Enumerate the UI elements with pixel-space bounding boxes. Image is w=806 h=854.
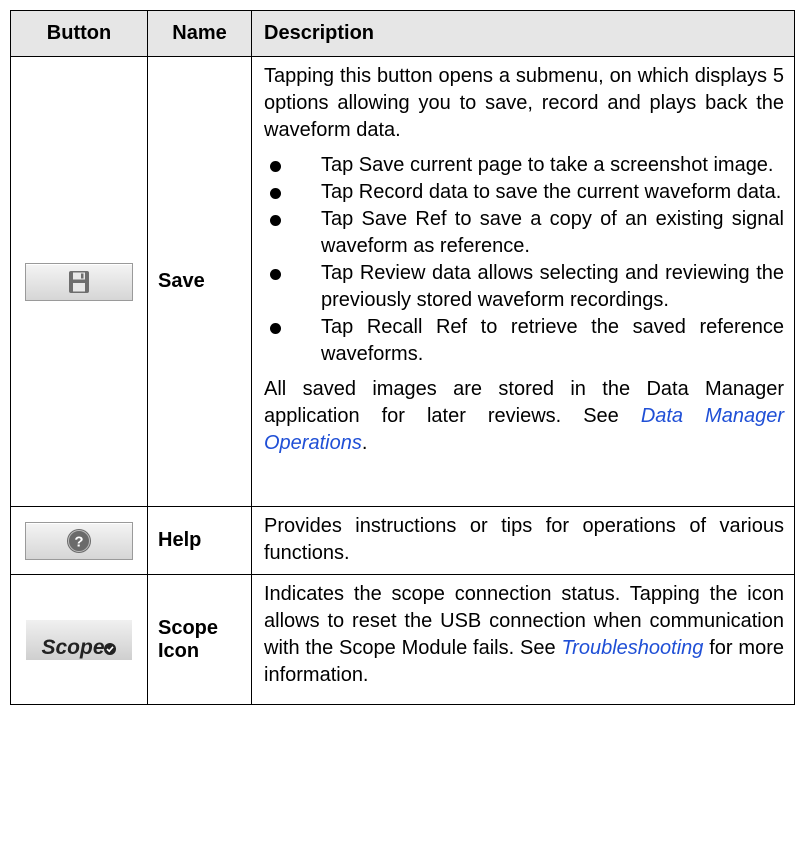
table-row-help: ? Help Provides instructions or tips for…	[10, 506, 795, 575]
scope-status-icon: Scope	[41, 635, 105, 659]
table-header-row: Button Name Description	[10, 10, 795, 57]
row-name: Help	[147, 506, 252, 575]
list-item: Tap Record data to save the current wave…	[264, 179, 784, 206]
header-description: Description	[251, 10, 795, 57]
list-item: Tap Save Ref to save a copy of an existi…	[264, 206, 784, 260]
save-outro: All saved images are stored in the Data …	[264, 376, 784, 457]
row-name: Scope Icon	[147, 574, 252, 705]
row-description: Indicates the scope connection status. T…	[251, 574, 795, 705]
save-intro: Tapping this button opens a submenu, on …	[264, 65, 784, 141]
button-cell: ?	[10, 506, 148, 575]
list-item: Tap Save current page to take a screensh…	[264, 152, 784, 179]
list-item: Tap Review data allows selecting and rev…	[264, 260, 784, 314]
button-description-table: Button Name Description Save Tapping thi	[10, 10, 795, 705]
button-cell: Scope	[10, 574, 148, 705]
help-button[interactable]: ?	[25, 521, 133, 560]
scope-status-button[interactable]: Scope	[26, 619, 132, 660]
checkmark-icon	[103, 642, 116, 655]
svg-text:?: ?	[74, 533, 83, 550]
save-button[interactable]	[25, 262, 133, 301]
table-row-scope-icon: Scope Scope Icon Indicates the scope con…	[10, 574, 795, 705]
row-name: Save	[147, 56, 252, 507]
header-name: Name	[147, 10, 252, 57]
troubleshooting-link[interactable]: Troubleshooting	[561, 637, 703, 659]
save-floppy-icon	[69, 270, 89, 293]
save-options-list: Tap Save current page to take a screensh…	[264, 152, 784, 368]
row-description: Provides instructions or tips for operat…	[251, 506, 795, 575]
row-description: Tapping this button opens a submenu, on …	[251, 56, 795, 507]
header-button: Button	[10, 10, 148, 57]
button-cell	[10, 56, 148, 507]
help-question-icon: ?	[67, 528, 91, 553]
table-row-save: Save Tapping this button opens a submenu…	[10, 56, 795, 507]
list-item: Tap Recall Ref to retrieve the saved ref…	[264, 314, 784, 368]
save-outro-end: .	[361, 432, 368, 454]
